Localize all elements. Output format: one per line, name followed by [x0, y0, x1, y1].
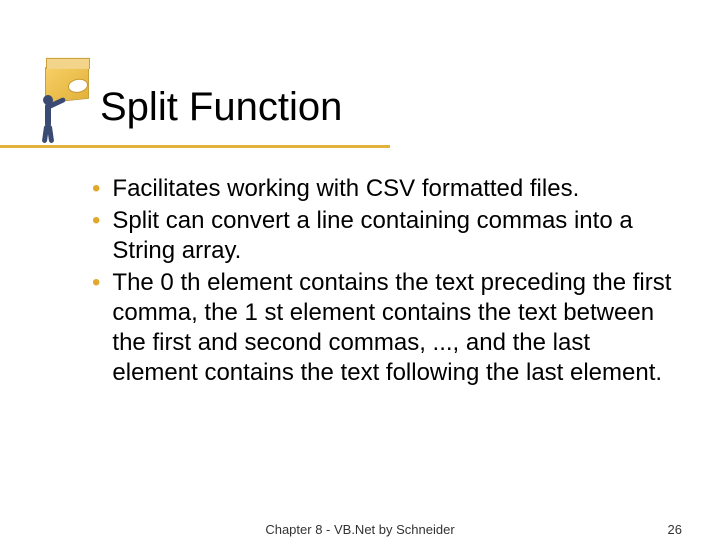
- bullet-item: • Split can convert a line containing co…: [92, 206, 680, 266]
- slide: Split Function • Facilitates working wit…: [0, 0, 720, 540]
- bullet-item: • The 0 th element contains the text pre…: [92, 268, 680, 388]
- bullet-icon: •: [92, 268, 100, 298]
- bullet-text: Split can convert a line containing comm…: [112, 206, 680, 266]
- bullet-list: • Facilitates working with CSV formatted…: [92, 174, 680, 390]
- bullet-text: The 0 th element contains the text prece…: [112, 268, 680, 388]
- logo-figure-box: [35, 65, 100, 145]
- bullet-icon: •: [92, 206, 100, 236]
- page-number: 26: [668, 522, 682, 537]
- slide-title: Split Function: [100, 85, 342, 130]
- title-underline: [0, 145, 390, 148]
- footer-center: Chapter 8 - VB.Net by Schneider: [0, 522, 720, 537]
- bullet-text: Facilitates working with CSV formatted f…: [112, 174, 680, 204]
- bullet-item: • Facilitates working with CSV formatted…: [92, 174, 680, 204]
- bullet-icon: •: [92, 174, 100, 204]
